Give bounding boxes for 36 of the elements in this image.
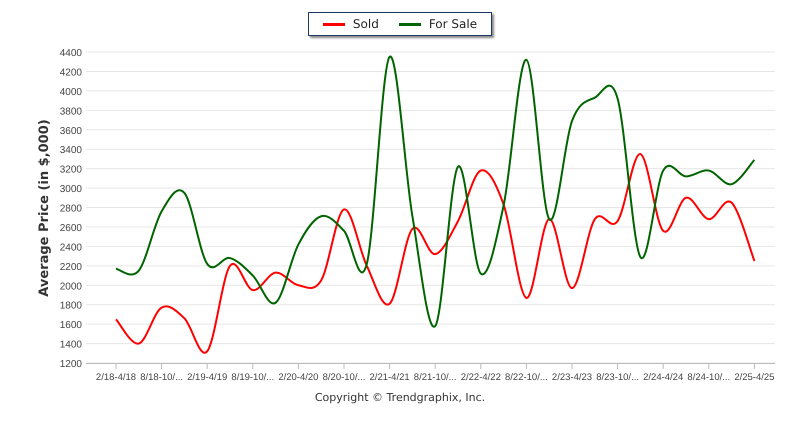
copyright-text: Copyright © Trendgraphix, Inc. [314, 391, 486, 404]
y-tick-label: 3600 [60, 126, 82, 137]
legend-label: Sold [352, 17, 379, 31]
y-tick-label: 2800 [60, 204, 82, 214]
x-tick-label: 8/19-10/... [231, 372, 274, 383]
y-tick-label: 2200 [60, 262, 82, 273]
y-tick-label: 2600 [60, 222, 82, 234]
x-tick-label: 2/22-4/22 [460, 372, 501, 383]
x-tick-label: 8/21-10/... [414, 372, 457, 383]
legend-label: For Sale [428, 17, 478, 31]
y-tick-label: 4200 [60, 67, 82, 78]
y-axis-title: Average Price (in $,000) [37, 119, 52, 297]
y-tick-label: 4400 [60, 48, 82, 59]
y-tick-label: 1600 [60, 320, 82, 332]
x-tick-label: 8/20-10/... [322, 372, 366, 383]
x-tick-label: 2/19-4/19 [187, 372, 228, 383]
x-tick-label: 2/20-4/20 [278, 372, 318, 383]
x-tick-label: 2/21-4/21 [370, 372, 410, 383]
y-tick-label: 3400 [60, 145, 82, 156]
x-tick-label: 8/24-10/... [687, 372, 730, 383]
x-tick-label: 2/18-4/18 [96, 372, 136, 383]
y-tick-label: 1800 [60, 300, 82, 312]
y-tick-label: 1200 [60, 359, 82, 370]
y-tick-label: 3200 [60, 164, 82, 176]
x-tick-label: 8/23-10/... [596, 372, 639, 383]
x-tick-label: 2/25-4/25 [734, 372, 774, 383]
y-tick-label: 2400 [60, 242, 82, 254]
y-tick-label: 4000 [60, 86, 82, 98]
y-tick-label: 3000 [60, 184, 82, 196]
x-tick-label: 8/18-10/... [140, 372, 183, 383]
x-tick-label: 2/24-4/24 [643, 372, 684, 383]
x-tick-label: 8/22-10/... [505, 372, 548, 383]
y-tick-label: 2000 [60, 281, 82, 292]
y-tick-label: 1400 [60, 340, 82, 351]
y-tick-label: 3800 [60, 106, 82, 118]
x-tick-label: 2/23-4/23 [552, 372, 592, 383]
